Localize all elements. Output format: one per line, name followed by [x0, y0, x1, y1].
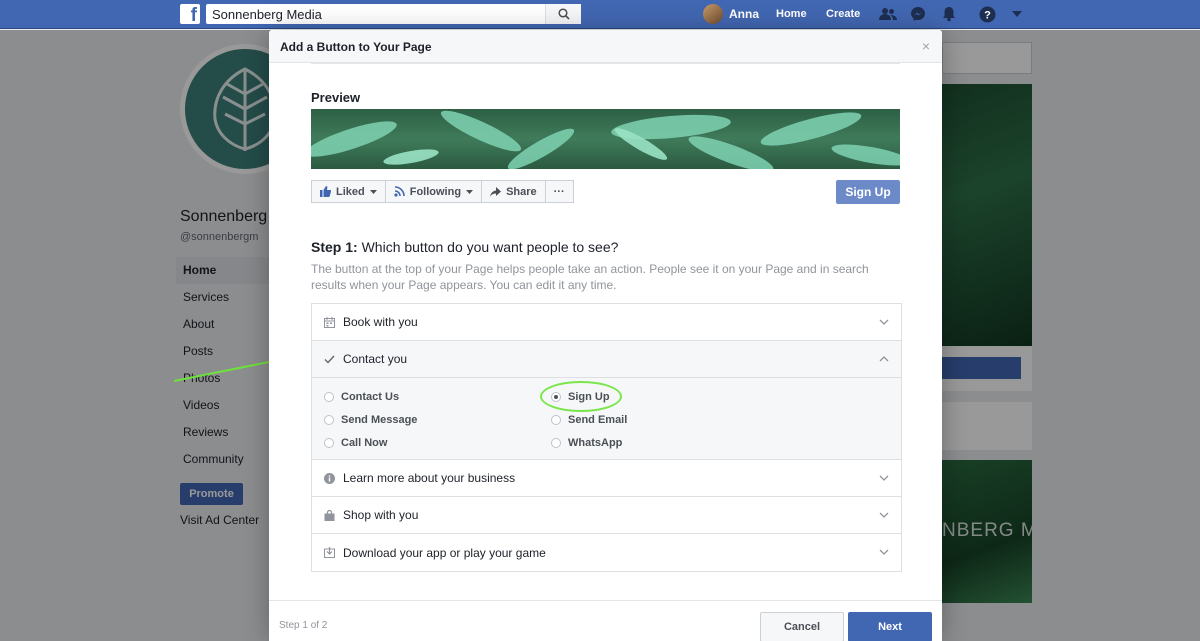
category-download-app[interactable]: Download your app or play your game	[312, 534, 901, 571]
option-call-now[interactable]: Call Now	[324, 437, 387, 449]
messenger-icon[interactable]	[909, 5, 927, 23]
dialog-footer: Step 1 of 2 Cancel Next	[269, 600, 942, 641]
category-label: Download your app or play your game	[343, 545, 546, 560]
fern-leaves-image	[311, 110, 900, 169]
step-description: The button at the top of your Page helps…	[311, 262, 869, 292]
option-label: Send Email	[568, 414, 628, 426]
more-options-button[interactable]: ···	[544, 180, 574, 203]
category-label: Book with you	[343, 315, 418, 329]
category-label: Learn more about your business	[343, 471, 516, 485]
share-icon	[490, 186, 502, 197]
info-icon	[323, 472, 335, 484]
option-send-message[interactable]: Send Message	[324, 414, 417, 426]
friends-icon[interactable]	[879, 5, 897, 23]
category-book-with-you[interactable]: Book with you	[312, 304, 901, 341]
avatar	[703, 4, 723, 24]
radio-button[interactable]	[551, 415, 561, 425]
button-category-list: Book with you Contact you Contact Us Sen…	[311, 303, 902, 572]
chevron-down-icon	[879, 549, 889, 555]
following-button[interactable]: Following	[384, 180, 483, 203]
chevron-down-icon	[879, 512, 889, 518]
category-label: Contact you	[343, 352, 408, 366]
option-label: Call Now	[341, 437, 388, 449]
divider	[311, 63, 900, 64]
chevron-down-icon	[879, 475, 889, 481]
thumbs-up-icon	[320, 186, 331, 197]
account-menu-icon[interactable]	[1008, 5, 1026, 23]
option-whatsapp[interactable]: WhatsApp	[551, 437, 622, 449]
radio-button[interactable]	[551, 438, 561, 448]
top-navigation-bar: f Anna Home Create ?	[0, 0, 1200, 29]
search-bar	[206, 4, 581, 24]
checkmark-icon	[323, 353, 335, 365]
facebook-logo[interactable]: f	[180, 4, 200, 24]
cover-photo-preview	[311, 109, 900, 169]
share-button[interactable]: Share	[481, 180, 546, 203]
dialog-title: Add a Button to Your Page	[280, 40, 432, 54]
contact-options-panel: Contact Us Send Message Call Now Sign Up…	[312, 378, 901, 460]
svg-text:?: ?	[984, 9, 991, 21]
option-contact-us[interactable]: Contact Us	[324, 391, 399, 403]
category-learn-more[interactable]: Learn more about your business	[312, 460, 901, 497]
option-send-email[interactable]: Send Email	[551, 414, 627, 426]
search-button[interactable]	[545, 4, 581, 24]
liked-button[interactable]: Liked	[311, 180, 386, 203]
radio-button[interactable]	[324, 438, 334, 448]
chevron-up-icon	[879, 356, 889, 362]
share-label: Share	[506, 185, 537, 198]
radio-button[interactable]	[324, 392, 334, 402]
category-shop-with-you[interactable]: Shop with you	[312, 497, 901, 534]
annotation-highlight-circle	[540, 381, 622, 412]
notifications-icon[interactable]	[940, 5, 958, 23]
rss-icon	[394, 186, 405, 197]
home-link[interactable]: Home	[776, 8, 807, 20]
cancel-button[interactable]: Cancel	[760, 612, 844, 641]
more-label: ···	[553, 185, 565, 198]
create-link[interactable]: Create	[826, 8, 860, 20]
preview-action-bar: Liked Following Share ···	[311, 180, 574, 203]
following-label: Following	[409, 185, 462, 198]
option-label: Send Message	[341, 414, 418, 426]
add-button-dialog: Add a Button to Your Page × Preview Like	[269, 30, 942, 641]
profile-link[interactable]: Anna	[703, 4, 759, 24]
help-icon[interactable]: ?	[978, 5, 996, 23]
liked-label: Liked	[336, 185, 365, 198]
preview-label: Preview	[311, 90, 361, 105]
option-label: Contact Us	[341, 391, 400, 403]
next-button[interactable]: Next	[848, 612, 932, 641]
step-label: Step 1:	[311, 239, 358, 255]
signup-preview-button[interactable]: Sign Up	[836, 180, 900, 204]
step-counter: Step 1 of 2	[279, 620, 328, 631]
category-label: Shop with you	[343, 508, 419, 522]
user-name: Anna	[729, 7, 759, 21]
close-icon[interactable]: ×	[919, 39, 933, 53]
radio-button[interactable]	[324, 415, 334, 425]
shopping-bag-icon	[323, 509, 335, 521]
option-label: WhatsApp	[568, 437, 623, 449]
calendar-icon	[323, 316, 335, 328]
search-input[interactable]	[206, 5, 545, 23]
step-question: Which button do you want people to see?	[357, 239, 619, 255]
step-title: Step 1: Which button do you want people …	[311, 239, 618, 255]
dialog-header: Add a Button to Your Page ×	[269, 30, 942, 63]
chevron-down-icon	[879, 319, 889, 325]
caret-down-icon	[466, 189, 474, 194]
download-icon	[323, 547, 335, 559]
caret-down-icon	[369, 189, 377, 194]
category-contact-you[interactable]: Contact you	[312, 341, 901, 378]
search-icon	[557, 8, 570, 20]
